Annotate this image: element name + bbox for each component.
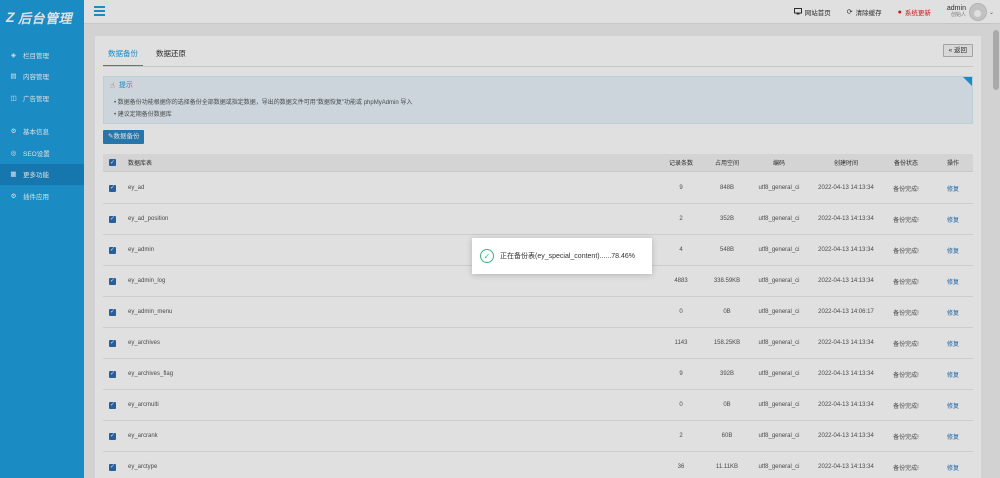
- toast-message: 正在备份表(ey_special_content)......78.46%: [500, 253, 636, 260]
- progress-toast: ✓ 正在备份表(ey_special_content)......78.46%: [472, 238, 652, 274]
- check-circle-icon: ✓: [480, 249, 494, 263]
